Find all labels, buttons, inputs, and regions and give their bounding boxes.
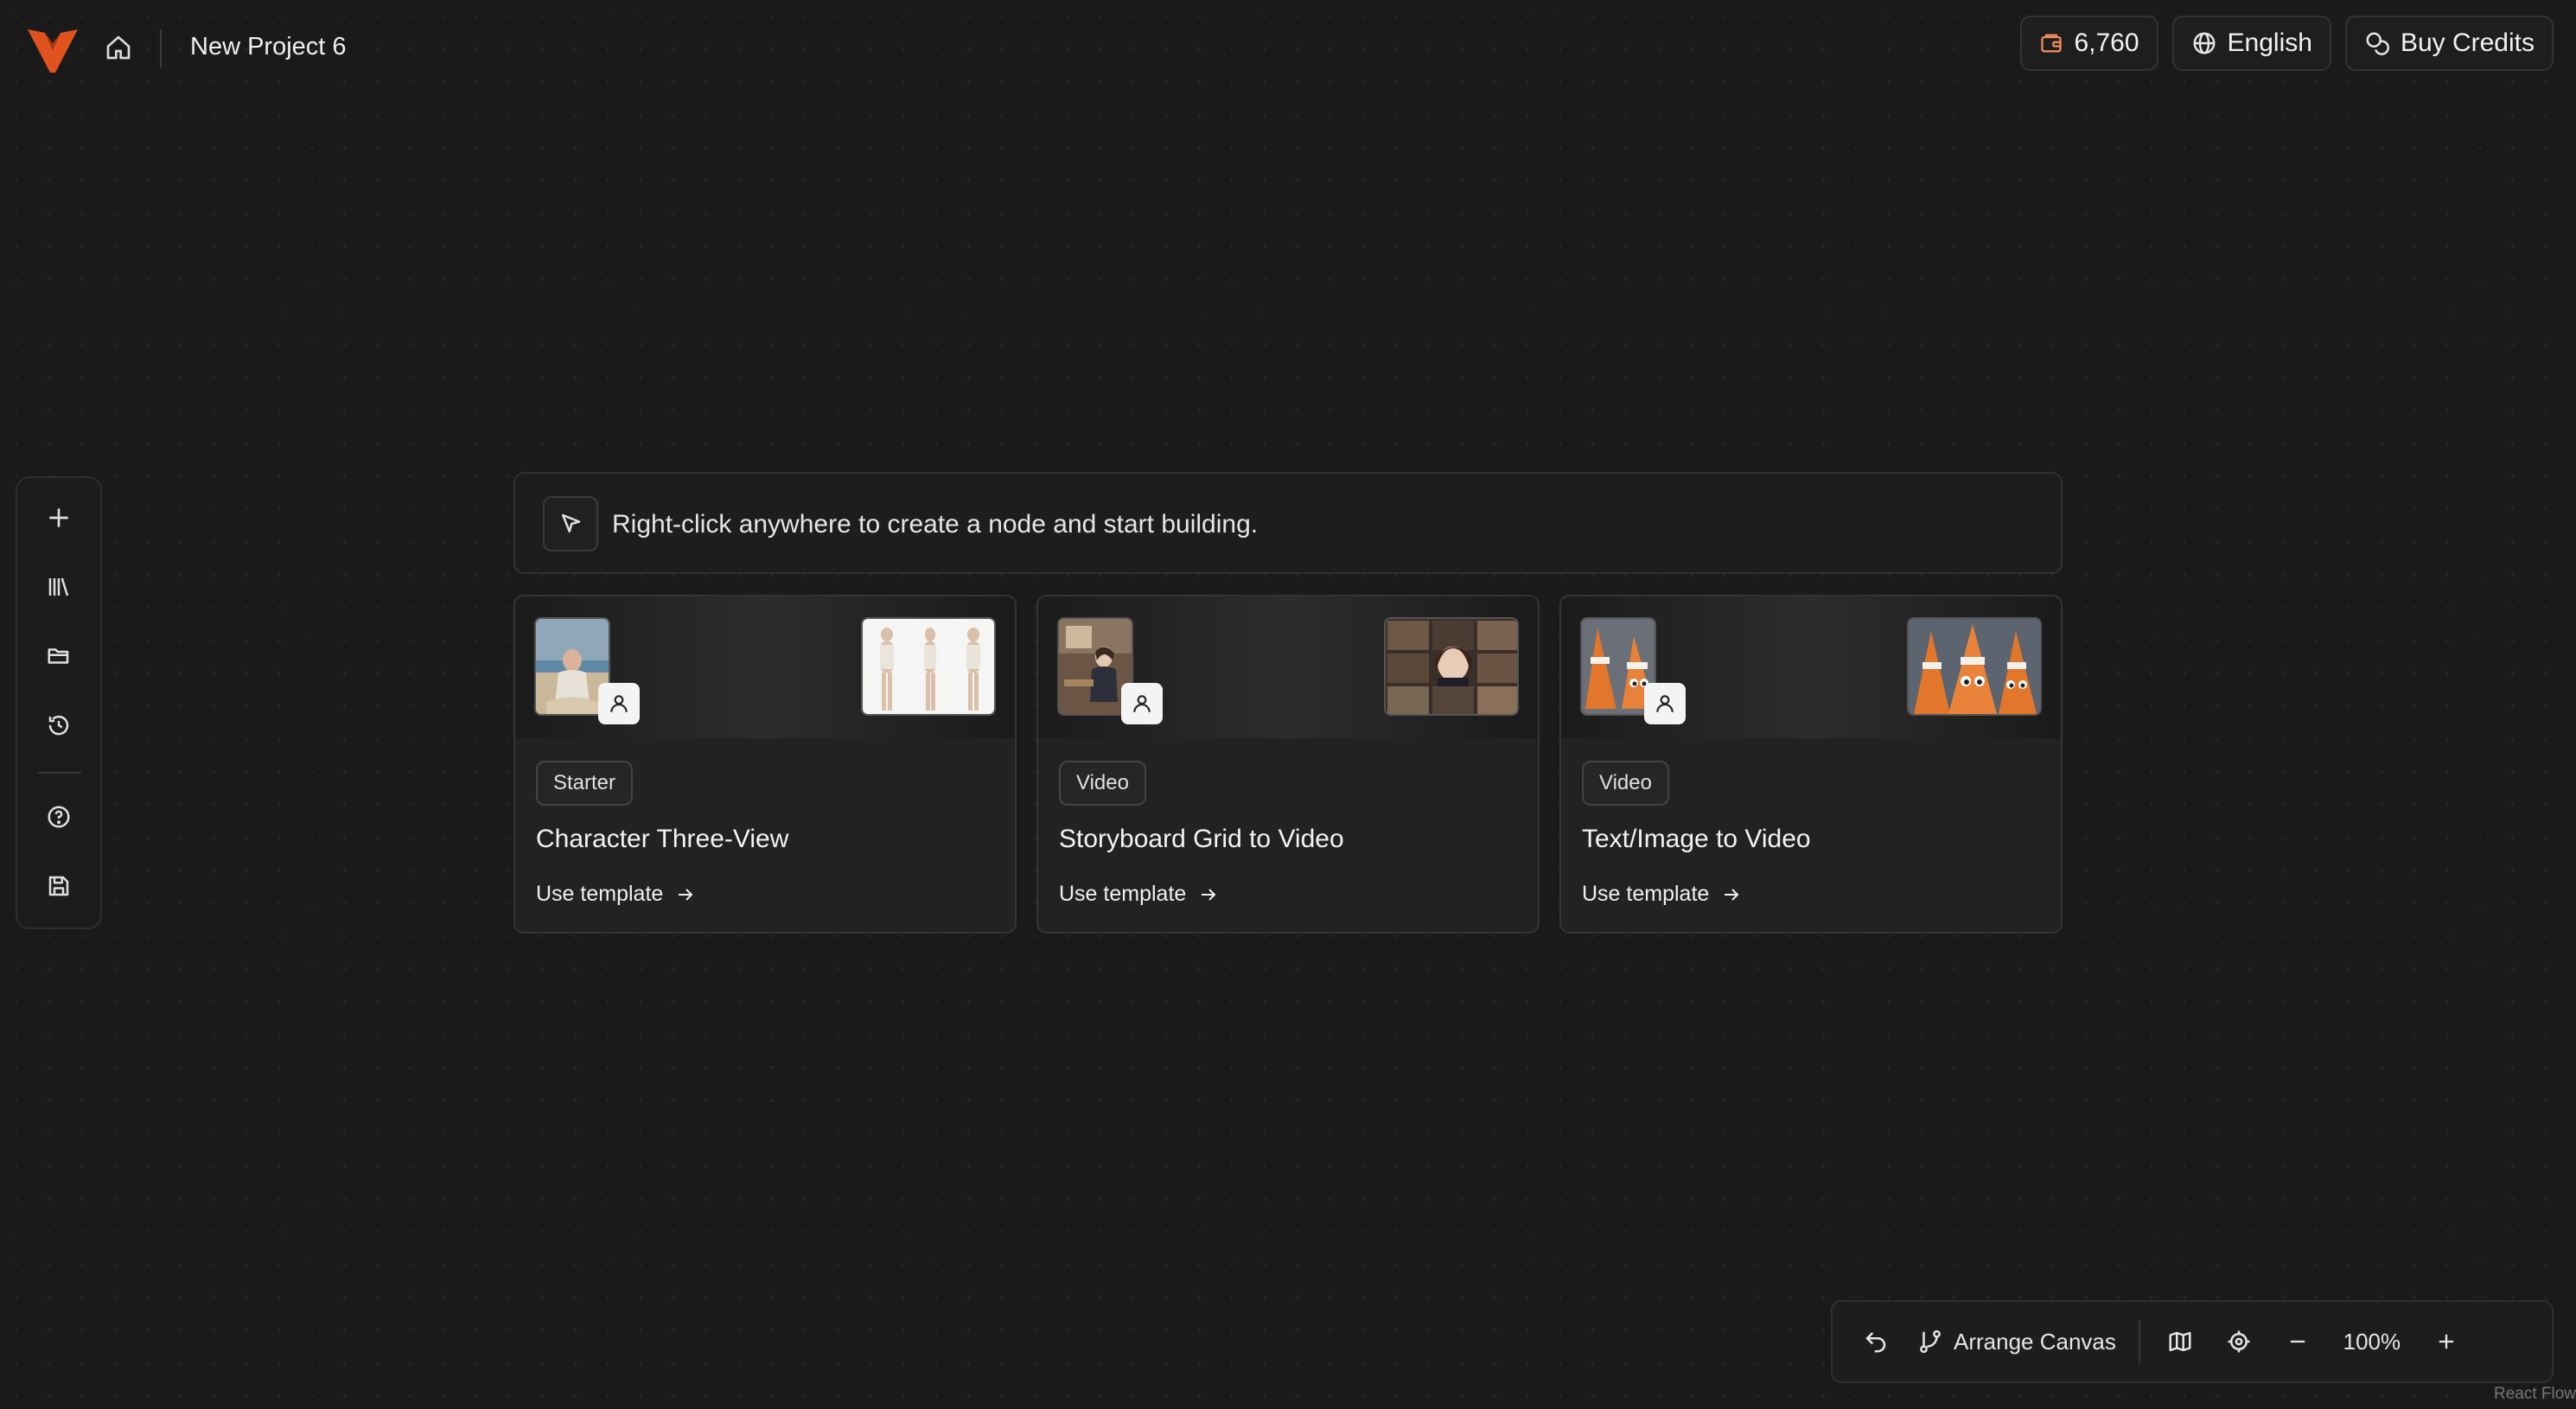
undo-button[interactable]: [1848, 1314, 1903, 1369]
home-icon: [106, 35, 131, 60]
fit-view-button[interactable]: [2211, 1314, 2267, 1369]
sidebar-divider: [38, 772, 81, 774]
arrow-right-icon: [1725, 888, 1739, 901]
history-button[interactable]: [38, 704, 80, 746]
react-flow-attribution[interactable]: React Flow: [2494, 1385, 2576, 1404]
arrow-right-icon: [679, 888, 693, 901]
plus-icon: [49, 508, 68, 527]
locate-icon: [2228, 1330, 2250, 1353]
template-tag: Video: [1059, 761, 1146, 806]
help-icon: [48, 806, 70, 828]
save-button[interactable]: [38, 865, 80, 907]
credits-value: 6,760: [2074, 29, 2139, 57]
character-input-badge: [1121, 683, 1163, 724]
zoom-level: 100%: [2343, 1328, 2401, 1355]
use-template-label: Use template: [536, 882, 664, 906]
template-card-storyboard-grid[interactable]: Video Storyboard Grid to Video Use templ…: [1036, 595, 1540, 934]
help-button[interactable]: [38, 796, 80, 838]
map-icon: [2169, 1331, 2191, 1352]
card-preview: [515, 596, 1015, 738]
canvas-toolbar: Arrange Canvas 100%: [1831, 1300, 2554, 1383]
language-label: English: [2227, 29, 2312, 57]
hint-text: Right-click anywhere to create a node an…: [612, 510, 1259, 539]
plus-icon: [2439, 1334, 2454, 1349]
user-icon: [610, 695, 628, 712]
library-icon: [48, 577, 69, 596]
character-input-badge: [598, 683, 640, 724]
user-icon: [1656, 695, 1674, 712]
use-template-link[interactable]: Use template: [536, 882, 696, 907]
project-title[interactable]: New Project 6: [190, 33, 347, 61]
template-title: Character Three-View: [536, 825, 789, 853]
preview-image-output: [861, 617, 996, 716]
character-input-badge: [1644, 683, 1686, 724]
history-icon: [48, 715, 69, 736]
buy-credits-button[interactable]: Buy Credits: [2344, 16, 2554, 71]
use-template-link[interactable]: Use template: [1582, 882, 1742, 907]
minus-icon: [2290, 1340, 2305, 1343]
use-template-label: Use template: [1582, 882, 1710, 906]
language-selector[interactable]: English: [2171, 16, 2331, 71]
toolbar-divider: [2138, 1320, 2140, 1363]
arrange-canvas-button[interactable]: Arrange Canvas: [1907, 1314, 2126, 1369]
template-card-character-three-view[interactable]: Starter Character Three-View Use templat…: [513, 595, 1017, 934]
template-title: Text/Image to Video: [1582, 825, 1811, 853]
globe-icon: [2193, 32, 2216, 54]
coins-icon: [2366, 32, 2389, 55]
minimap-toggle[interactable]: [2152, 1314, 2208, 1369]
zoom-in-button[interactable]: [2419, 1314, 2474, 1369]
arrow-right-icon: [1202, 888, 1216, 901]
folder-icon: [48, 648, 69, 664]
app-logo[interactable]: [26, 24, 80, 76]
header-actions: 6,760 English Buy Credits: [2020, 16, 2554, 71]
zoom-out-button[interactable]: [2270, 1314, 2325, 1369]
arrange-canvas-label: Arrange Canvas: [1954, 1328, 2116, 1355]
add-node-button[interactable]: [38, 497, 80, 539]
top-bar: New Project 6 6,760 English Buy Credits: [0, 0, 2576, 95]
buy-credits-label: Buy Credits: [2400, 29, 2535, 57]
use-template-link[interactable]: Use template: [1059, 882, 1219, 907]
hint-banner: Right-click anywhere to create a node an…: [513, 472, 2063, 574]
cursor-icon: [543, 496, 598, 551]
use-template-label: Use template: [1059, 882, 1187, 906]
preview-image-output: [1384, 617, 1519, 716]
template-title: Storyboard Grid to Video: [1059, 825, 1344, 853]
template-card-text-image-to-video[interactable]: Video Text/Image to Video Use template: [1559, 595, 2063, 934]
header-divider: [160, 29, 162, 67]
credits-balance[interactable]: 6,760: [2020, 16, 2158, 71]
user-icon: [1133, 695, 1151, 712]
home-button[interactable]: [100, 29, 137, 66]
folder-button[interactable]: [38, 635, 80, 677]
preview-image-output: [1907, 617, 2042, 716]
template-tag: Starter: [536, 761, 634, 806]
wallet-icon: [2041, 34, 2063, 53]
template-tag: Video: [1582, 761, 1669, 806]
card-preview: [1561, 596, 2061, 738]
save-icon: [48, 876, 69, 896]
card-preview: [1038, 596, 1538, 738]
left-sidebar: [16, 476, 102, 929]
library-button[interactable]: [38, 566, 80, 608]
undo-icon: [1865, 1332, 1886, 1353]
git-branch-icon: [1920, 1329, 1941, 1354]
